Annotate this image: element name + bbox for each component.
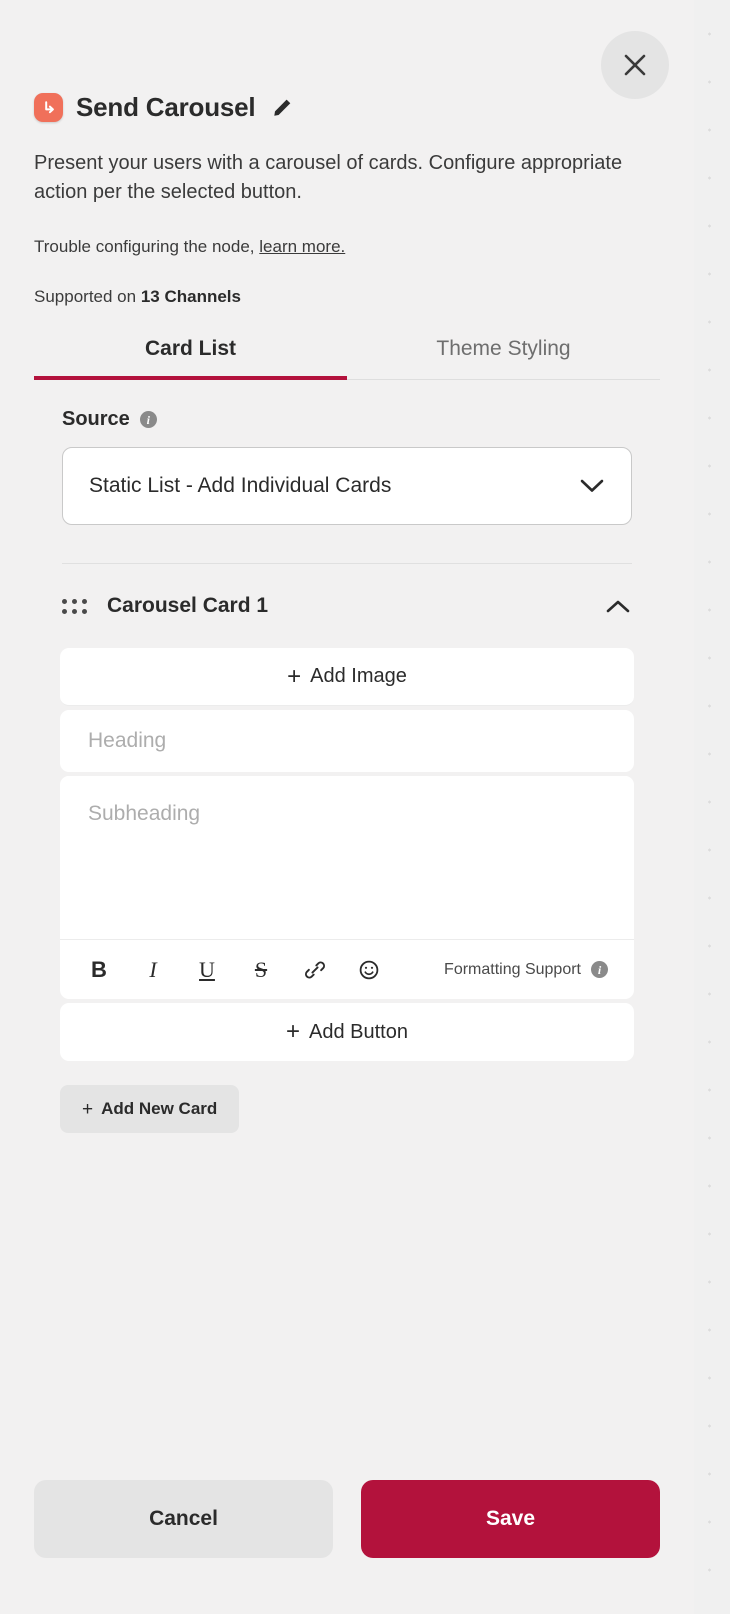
reply-arrow-icon xyxy=(45,101,54,114)
close-button[interactable] xyxy=(601,31,669,99)
trouble-text: Trouble configuring the node, xyxy=(34,237,255,256)
underline-button[interactable]: U xyxy=(194,957,220,983)
info-icon[interactable]: i xyxy=(139,411,157,428)
link-icon xyxy=(305,961,325,978)
send-node-icon xyxy=(34,93,63,122)
plus-icon: + xyxy=(82,1098,94,1120)
strikethrough-button[interactable]: S xyxy=(248,957,274,983)
carousel-card-header[interactable]: Carousel Card 1 xyxy=(62,564,632,648)
formatting-support[interactable]: Formatting Support i xyxy=(444,961,608,979)
italic-button[interactable]: I xyxy=(140,957,166,983)
carousel-card-title: Carousel Card 1 xyxy=(107,594,269,617)
emoji-icon xyxy=(359,960,379,979)
page-title: Send Carousel xyxy=(76,92,256,122)
source-label: Source xyxy=(62,408,130,430)
pencil-icon[interactable] xyxy=(272,97,293,118)
tab-theme-styling[interactable]: Theme Styling xyxy=(347,337,660,379)
source-select[interactable]: Static List - Add Individual Cards xyxy=(62,447,632,525)
subheading-editor: B I U S xyxy=(60,776,634,999)
heading-input[interactable] xyxy=(60,710,634,772)
close-icon xyxy=(624,54,646,76)
panel-header: Send Carousel Present your users with a … xyxy=(0,0,694,307)
add-image-button[interactable]: + Add Image xyxy=(60,648,634,706)
bold-icon: B xyxy=(91,956,107,982)
trouble-line: Trouble configuring the node, learn more… xyxy=(34,237,660,257)
underline-icon: U xyxy=(199,956,215,982)
tab-bar: Card List Theme Styling xyxy=(34,337,660,380)
source-select-value: Static List - Add Individual Cards xyxy=(89,474,392,497)
title-row: Send Carousel xyxy=(34,92,660,123)
add-button-label: Add Button xyxy=(309,1020,408,1043)
link-button[interactable] xyxy=(302,957,328,983)
add-image-label: Add Image xyxy=(310,665,407,687)
learn-more-link[interactable]: learn more. xyxy=(259,237,345,256)
source-label-row: Source i xyxy=(62,408,666,431)
panel-body: Source i Static List - Add Individual Ca… xyxy=(0,380,694,1480)
subheading-textarea[interactable] xyxy=(60,776,634,939)
strikethrough-icon: S xyxy=(254,956,268,982)
save-button[interactable]: Save xyxy=(361,1480,660,1558)
italic-icon: I xyxy=(149,956,157,982)
supported-prefix: Supported on xyxy=(34,287,137,306)
supported-channels-line: Supported on 13 Channels xyxy=(34,287,660,307)
node-config-panel: Send Carousel Present your users with a … xyxy=(0,0,694,1614)
formatting-toolbar: B I U S Formatting Support i xyxy=(60,939,634,999)
add-new-card-label: Add New Card xyxy=(101,1099,218,1118)
carousel-card-body: + Add Image B I U S xyxy=(60,648,634,1061)
formatting-support-label: Formatting Support xyxy=(444,960,581,978)
emoji-button[interactable] xyxy=(356,957,382,983)
panel-footer: Cancel Save xyxy=(0,1480,694,1614)
tab-card-list[interactable]: Card List xyxy=(34,337,347,380)
plus-icon: + xyxy=(287,662,302,690)
chevron-up-icon[interactable] xyxy=(604,598,632,615)
panel-description: Present your users with a carousel of ca… xyxy=(34,152,623,203)
formatting-info-icon[interactable]: i xyxy=(591,961,608,978)
bold-button[interactable]: B xyxy=(86,957,112,983)
add-new-card-button[interactable]: + Add New Card xyxy=(60,1085,240,1133)
drag-handle-icon[interactable] xyxy=(62,598,87,614)
supported-count: 13 Channels xyxy=(140,287,241,306)
cancel-button[interactable]: Cancel xyxy=(34,1480,333,1558)
plus-icon: + xyxy=(286,1018,301,1045)
add-button-button[interactable]: + Add Button xyxy=(60,1003,634,1061)
chevron-down-icon xyxy=(580,479,604,492)
